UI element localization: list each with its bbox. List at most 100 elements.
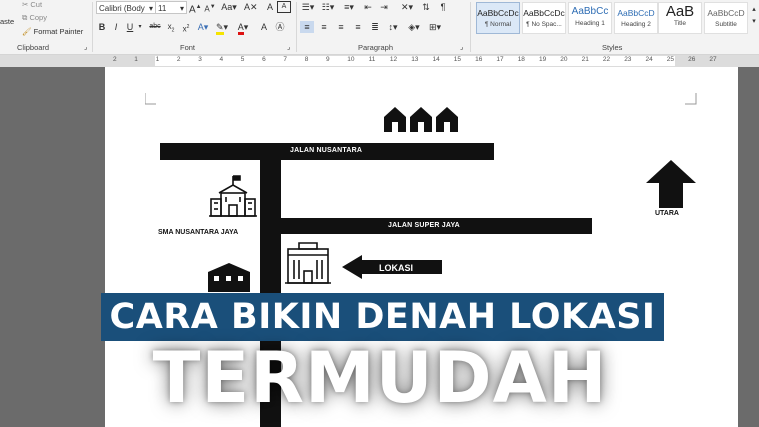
ruler-number: 18 bbox=[517, 56, 525, 63]
text-effects-icon[interactable]: A▾ bbox=[196, 21, 210, 33]
ruler-number: 2 bbox=[113, 56, 117, 63]
ruler-number: 3 bbox=[198, 56, 202, 63]
style-name: ¶ No Spac... bbox=[526, 21, 562, 28]
ruler-number: 8 bbox=[304, 56, 309, 63]
north-arrow-icon bbox=[646, 160, 696, 208]
warehouse-icon bbox=[208, 263, 250, 292]
chevron-down-icon[interactable]: ▾ bbox=[749, 16, 759, 28]
clear-format-icon[interactable]: A✕ bbox=[244, 1, 258, 13]
brush-icon: 🖌 bbox=[22, 27, 32, 36]
style-subtitle[interactable]: AaBbCcD Subtitle bbox=[704, 2, 748, 34]
group-separator bbox=[92, 2, 93, 52]
ruler-number: 4 bbox=[219, 56, 224, 63]
chinese-layout-icon[interactable]: ✕▾ bbox=[400, 1, 414, 13]
distribute-icon[interactable]: ≣ bbox=[368, 21, 382, 33]
justify-icon[interactable]: ≡ bbox=[351, 21, 365, 33]
headline-line-1: CARA BIKIN DENAH LOKASI bbox=[109, 297, 656, 337]
format-painter-button[interactable]: 🖌 Format Painter bbox=[22, 27, 83, 36]
style-name: Heading 1 bbox=[575, 20, 605, 27]
style-heading-2[interactable]: AaBbCcD Heading 2 bbox=[614, 2, 658, 34]
ruler-number: 20 bbox=[560, 56, 568, 63]
italic-button[interactable]: I bbox=[111, 21, 121, 33]
style-preview: AaBbCcD bbox=[707, 8, 745, 18]
sort-icon[interactable]: ⇅ bbox=[420, 1, 432, 13]
format-painter-label: Format Painter bbox=[33, 27, 84, 36]
cut-label: Cut bbox=[30, 0, 43, 9]
multilevel-list-icon[interactable]: ≡▾ bbox=[341, 1, 357, 13]
style-preview: AaB bbox=[665, 3, 695, 20]
road-jalan-super-jaya: JALAN SUPER JAYA bbox=[281, 218, 592, 234]
font-family-select[interactable]: Calibri (Body ▾ bbox=[96, 1, 156, 14]
highlight-icon[interactable]: ✎▾ bbox=[215, 21, 229, 35]
style-normal[interactable]: AaBbCcDc ¶ Normal bbox=[476, 2, 520, 34]
ruler-number: 19 bbox=[539, 56, 547, 63]
paste-button[interactable]: aste bbox=[0, 17, 14, 26]
grow-font-icon[interactable]: A▲ bbox=[189, 1, 202, 16]
enclose-characters-icon[interactable]: Ⓐ bbox=[274, 21, 286, 33]
ruler-number: 1 bbox=[134, 56, 138, 63]
clipboard-launcher-icon[interactable]: ⌟ bbox=[84, 42, 87, 54]
margin-corner-mark bbox=[145, 93, 156, 105]
paragraph-group-label: Paragraph bbox=[358, 43, 394, 52]
change-case-icon[interactable]: Aa▾ bbox=[221, 1, 237, 13]
style-title[interactable]: AaB Title bbox=[658, 2, 702, 34]
align-center-icon[interactable]: ≡ bbox=[317, 21, 331, 33]
ruler-number: 1 bbox=[155, 56, 160, 63]
copy-button[interactable]: ⧉ Copy bbox=[22, 13, 47, 23]
ribbon: aste ✂ Cut ⧉ Copy 🖌 Format Painter Clipb… bbox=[0, 0, 759, 55]
align-right-icon[interactable]: ≡ bbox=[334, 21, 348, 33]
font-family-value: Calibri (Body bbox=[99, 4, 145, 13]
font-color-icon[interactable]: A▾ bbox=[236, 21, 250, 35]
align-left-icon[interactable]: ≡ bbox=[300, 21, 314, 33]
shading-icon[interactable]: ◈▾ bbox=[405, 21, 423, 33]
style-no-spacing[interactable]: AaBbCcDc ¶ No Spac... bbox=[522, 2, 566, 34]
ruler-number: 10 bbox=[347, 56, 355, 63]
margin-corner-mark bbox=[685, 93, 697, 105]
line-spacing-icon[interactable]: ↕▾ bbox=[384, 21, 402, 33]
bold-button[interactable]: B bbox=[97, 21, 107, 33]
style-name: Title bbox=[673, 20, 687, 27]
underline-button[interactable]: U bbox=[125, 21, 135, 33]
superscript-button[interactable]: x2 bbox=[180, 21, 192, 36]
school-label: SMA NUSANTARA JAYA bbox=[158, 229, 239, 236]
style-name: Subtitle bbox=[715, 21, 737, 28]
style-name: Heading 2 bbox=[621, 21, 651, 28]
chevron-up-icon[interactable]: ▴ bbox=[749, 4, 759, 16]
chevron-down-icon[interactable]: ▾ bbox=[136, 21, 144, 33]
road-jalan-nusantara: JALAN NUSANTARA bbox=[160, 143, 494, 160]
shrink-font-icon[interactable]: A▼ bbox=[204, 1, 216, 16]
font-size-select[interactable]: 11 ▾ bbox=[155, 1, 187, 14]
show-formatting-icon[interactable]: ¶ bbox=[437, 1, 449, 13]
subscript-button[interactable]: x2 bbox=[165, 21, 177, 37]
cut-button[interactable]: ✂ Cut bbox=[22, 0, 42, 9]
character-border-icon[interactable]: A bbox=[277, 1, 291, 13]
ruler-number: 5 bbox=[240, 56, 245, 63]
style-preview: AaBbCcD bbox=[617, 8, 655, 18]
numbering-icon[interactable]: ☷▾ bbox=[320, 1, 336, 13]
font-group-label: Font bbox=[180, 43, 196, 52]
horizontal-ruler[interactable]: 2 1 1 2 3 4 5 6 7 8 9 10 11 12 13 14 15 16 17 18 19 20 21 22 23 2… bbox=[0, 55, 759, 67]
phonetic-guide-icon[interactable]: A bbox=[264, 1, 276, 13]
decrease-indent-icon[interactable]: ⇤ bbox=[362, 1, 374, 13]
font-launcher-icon[interactable]: ⌟ bbox=[287, 42, 290, 54]
headline-line-2: TERMUDAH bbox=[152, 337, 608, 419]
school-icon bbox=[209, 175, 257, 217]
ruler-number: 6 bbox=[262, 56, 266, 63]
bullets-icon[interactable]: ☰▾ bbox=[300, 1, 316, 13]
chevron-down-icon: ▾ bbox=[179, 4, 184, 13]
paragraph-launcher-icon[interactable]: ⌟ bbox=[460, 42, 463, 54]
increase-indent-icon[interactable]: ⇥ bbox=[378, 1, 390, 13]
ruler-number: 22 bbox=[602, 56, 611, 63]
style-preview: AaBbCcDc bbox=[477, 8, 519, 18]
ruler-number: 27 bbox=[709, 56, 717, 63]
ruler-number: 15 bbox=[453, 56, 462, 63]
strikethrough-button[interactable]: abc bbox=[148, 21, 162, 33]
ruler-number: 11 bbox=[368, 56, 376, 63]
character-shading-icon[interactable]: A bbox=[258, 21, 270, 33]
ruler-number: 7 bbox=[283, 56, 288, 63]
style-heading-1[interactable]: AaBbCc Heading 1 bbox=[568, 2, 612, 34]
borders-icon[interactable]: ⊞▾ bbox=[426, 21, 444, 33]
ruler-number: 12 bbox=[389, 56, 398, 63]
ruler-number: 13 bbox=[411, 56, 419, 63]
north-label: UTARA bbox=[655, 210, 679, 217]
